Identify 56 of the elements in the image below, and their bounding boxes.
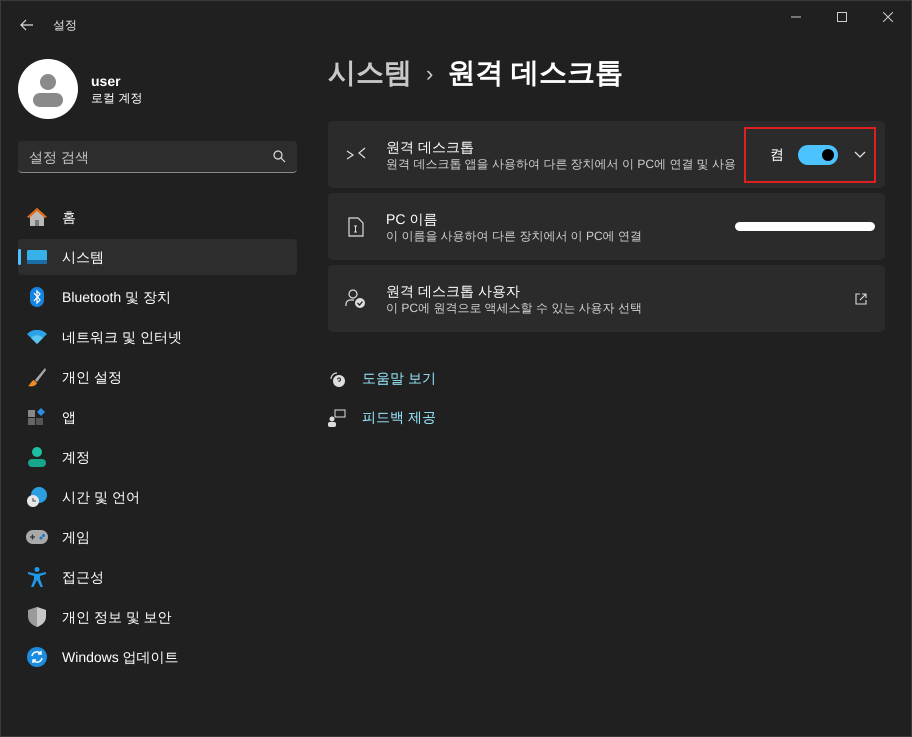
setting-title: 원격 데스크톱: [386, 138, 475, 156]
apps-grid-icon: [28, 408, 46, 426]
search-icon: [273, 150, 286, 163]
selection-indicator: [18, 249, 21, 265]
nav-item[interactable]: Bluetooth 및 장치: [18, 279, 297, 315]
help-link[interactable]: 도움말 보기: [362, 368, 436, 389]
back-arrow-icon: [20, 19, 34, 31]
close-icon: [883, 12, 893, 22]
maximize-icon: [837, 12, 847, 22]
setting-description: 이 PC에 원격으로 액세스할 수 있는 사용자 선택: [386, 300, 644, 316]
nav-item[interactable]: 홈: [18, 199, 297, 235]
nav-item[interactable]: 시스템: [18, 239, 297, 275]
nav-item[interactable]: Windows 업데이트: [18, 639, 297, 675]
nav-item[interactable]: 게임: [18, 519, 297, 555]
setting-title: PC 이름: [386, 210, 438, 228]
shield-icon: [28, 607, 46, 627]
search-field[interactable]: 설정 검색: [18, 141, 297, 173]
bluetooth-icon: [30, 287, 44, 307]
setting-title: 원격 데스크톱 사용자: [386, 282, 521, 300]
window-title: 설정: [53, 17, 77, 34]
setting-description: 원격 데스크톱 앱을 사용하여 다른 장치에서 이 PC에 연결 및 사용: [386, 156, 738, 172]
toggle-state-label: 켬: [770, 145, 784, 164]
help-bubble-icon: [328, 370, 346, 388]
monitor-icon: [27, 250, 47, 264]
setting-card[interactable]: PC 이름 이 이름을 사용하여 다른 장치에서 이 PC에 연결: [328, 193, 885, 260]
nav-item[interactable]: 시간 및 언어: [18, 479, 297, 515]
refresh-icon: [27, 647, 47, 667]
nav-item[interactable]: 접근성: [18, 559, 297, 595]
document-icon: [348, 216, 364, 236]
person-icon: [28, 447, 46, 467]
accessibility-icon: [28, 567, 46, 587]
nav-item[interactable]: 네트워크 및 인터넷: [18, 319, 297, 355]
wifi-icon: [27, 330, 47, 344]
breadcrumb-separator: ›: [426, 60, 434, 88]
nav-item[interactable]: 개인 정보 및 보안: [18, 599, 297, 635]
setting-description: 이 이름을 사용하여 다른 장치에서 이 PC에 연결: [386, 228, 644, 244]
external-link-icon: [855, 292, 867, 304]
user-check-icon: [345, 288, 367, 308]
setting-card[interactable]: 원격 데스크톱 원격 데스크톱 앱을 사용하여 다른 장치에서 이 PC에 연결 및 사용 켬: [328, 121, 885, 188]
page-title: 원격 데스크톱: [447, 56, 624, 90]
account-name: user: [91, 72, 122, 90]
setting-card[interactable]: 원격 데스크톱 사용자 이 PC에 원격으로 액세스할 수 있는 사용자 선택: [328, 265, 885, 332]
house-icon: [26, 207, 48, 227]
chevron-down-icon: [854, 151, 866, 158]
nav-item[interactable]: 계정: [18, 439, 297, 475]
globe-clock-icon: [27, 487, 47, 507]
feedback-person-icon: [328, 408, 346, 426]
nav-item[interactable]: 앱: [18, 399, 297, 435]
avatar-icon: [18, 59, 78, 119]
gamepad-icon: [26, 530, 48, 544]
nav-item[interactable]: 개인 설정: [18, 359, 297, 395]
paintbrush-icon: [27, 367, 47, 387]
account-type: 로컬 계정: [91, 90, 142, 106]
help-link[interactable]: 피드백 제공: [362, 407, 436, 428]
toggle-switch[interactable]: [798, 144, 838, 164]
breadcrumb-link[interactable]: 시스템: [328, 52, 412, 94]
